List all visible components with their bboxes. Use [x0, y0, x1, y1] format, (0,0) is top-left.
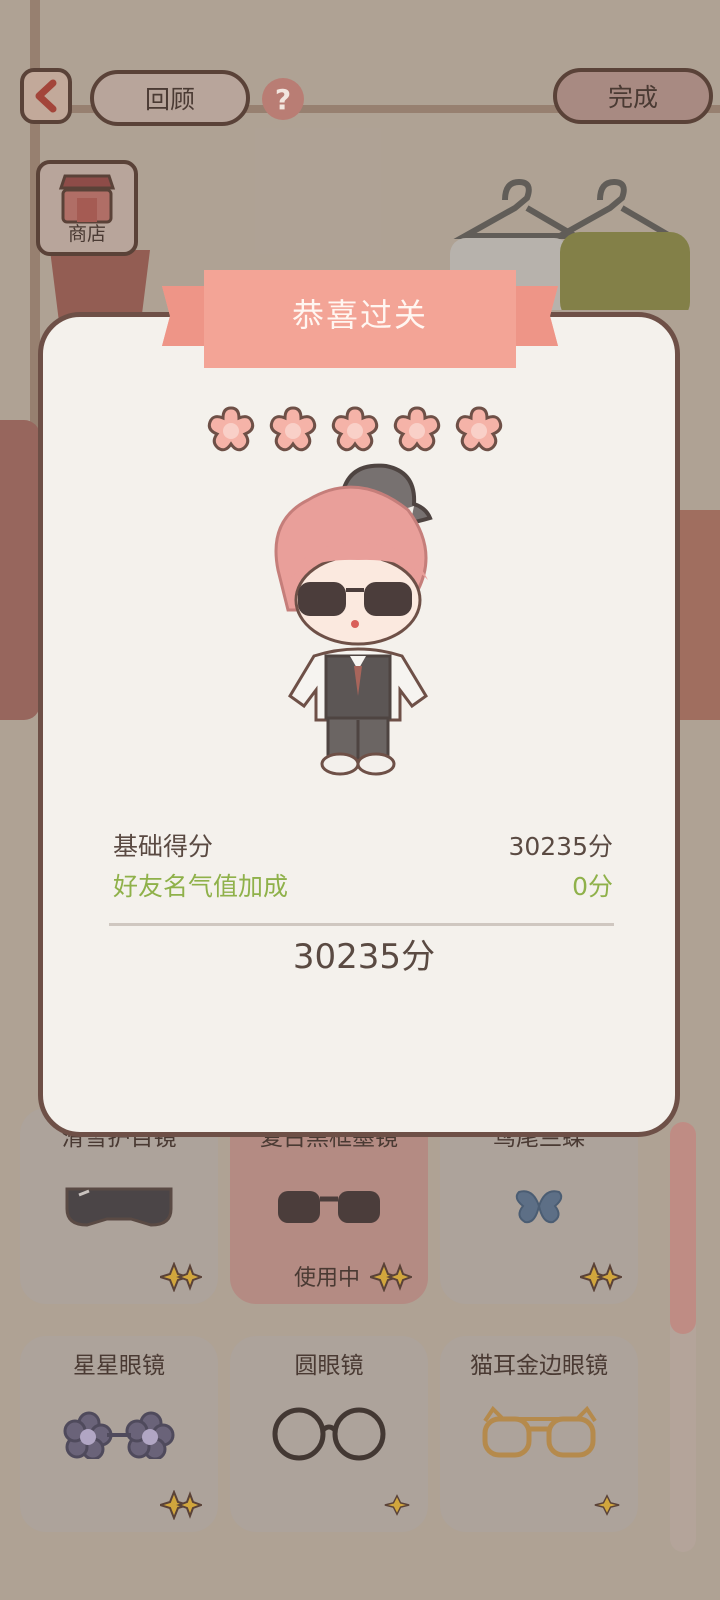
flower-star-icon — [393, 406, 441, 452]
black-sunglasses-icon — [230, 1166, 428, 1246]
game-scene: 回顾 ? 完成 商店 滑雪护目镜 复古黑框墨镜 使用中 鸢尾兰蝶 星星眼镜 圆眼… — [0, 0, 720, 1600]
cat-ear-glasses-icon — [440, 1394, 638, 1474]
sparkle-icon — [160, 1262, 202, 1292]
back-button[interactable] — [20, 68, 72, 124]
base-score-label: 基础得分 — [113, 832, 214, 861]
item-card-ski-goggles[interactable]: 滑雪护目镜 — [20, 1108, 218, 1304]
scroll-thumb[interactable] — [670, 1122, 696, 1334]
item-name: 圆眼镜 — [294, 1353, 364, 1379]
sparkle-icon — [160, 1490, 202, 1520]
character-avatar — [274, 463, 433, 776]
item-card-butterfly[interactable]: 鸢尾兰蝶 — [440, 1108, 638, 1304]
flower-glasses-icon — [20, 1394, 218, 1474]
star-rating — [205, 404, 505, 456]
shop-icon — [58, 174, 116, 224]
done-button[interactable]: 完成 — [553, 68, 713, 124]
base-score-row: 基础得分 30235分 — [113, 827, 613, 863]
in-use-status: 使用中 — [294, 1266, 361, 1291]
flower-star-icon — [269, 406, 317, 452]
flower-star-icon — [455, 406, 503, 452]
bonus-score-row: 好友名气值加成 0分 — [113, 867, 613, 903]
total-score: 30235分 — [292, 937, 436, 977]
help-icon[interactable]: ? — [262, 78, 304, 120]
review-button[interactable]: 回顾 — [90, 70, 250, 126]
item-list-scrollbar[interactable] — [670, 1122, 696, 1552]
flower-star-icon — [207, 406, 255, 452]
butterfly-icon — [440, 1166, 638, 1246]
score-divider — [109, 923, 614, 926]
dialog-title: 恭喜过关 — [291, 296, 428, 334]
item-card-cat-ear-glasses[interactable]: 猫耳金边眼镜 — [440, 1336, 638, 1532]
sparkle-icon — [580, 1262, 622, 1292]
item-name: 星星眼镜 — [73, 1353, 165, 1379]
base-score-value: 30235分 — [508, 832, 613, 861]
round-glasses-icon — [230, 1394, 428, 1474]
sparkle-icon — [594, 1494, 620, 1516]
shop-label: 商店 — [67, 223, 106, 245]
chevron-left-icon — [35, 79, 57, 113]
bonus-score-value: 0分 — [572, 872, 613, 901]
flower-star-icon — [331, 406, 379, 452]
sparkle-icon — [370, 1262, 412, 1292]
sparkle-icon — [384, 1494, 410, 1516]
item-card-star-glasses[interactable]: 星星眼镜 — [20, 1336, 218, 1532]
item-card-round-glasses[interactable]: 圆眼镜 — [230, 1336, 428, 1532]
item-card-retro-sunglasses[interactable]: 复古黑框墨镜 使用中 — [230, 1108, 428, 1304]
ski-goggles-icon — [20, 1166, 218, 1246]
item-name: 猫耳金边眼镜 — [470, 1353, 608, 1379]
bonus-score-label: 好友名气值加成 — [113, 872, 289, 901]
shop-button[interactable]: 商店 — [36, 160, 138, 256]
